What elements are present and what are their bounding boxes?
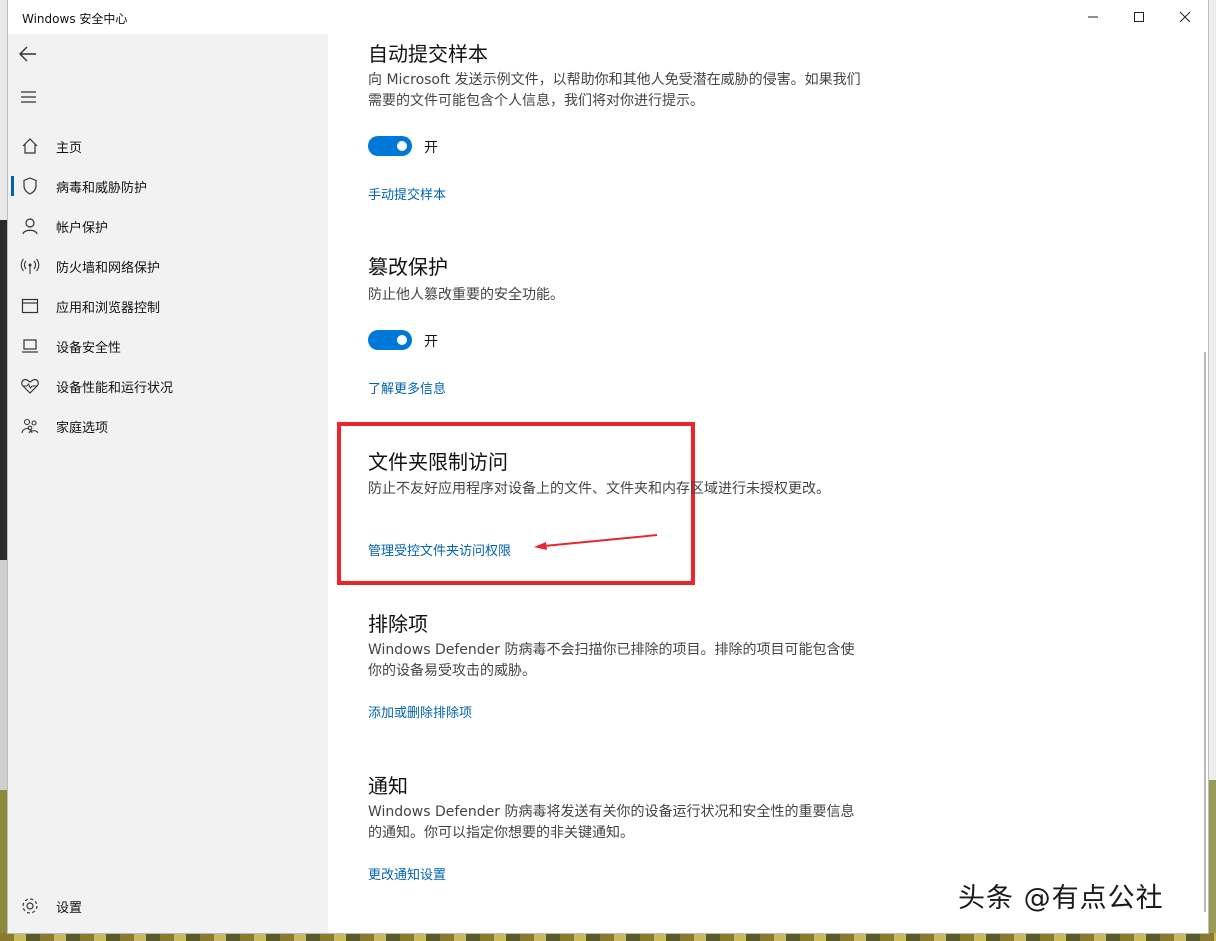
sidebar-item-device-security[interactable]: 设备安全性 bbox=[8, 326, 328, 366]
desktop-background-right bbox=[1208, 0, 1216, 941]
maximize-button[interactable] bbox=[1116, 0, 1162, 34]
auto-sample-toggle-label: 开 bbox=[424, 140, 438, 156]
heart-pulse-icon bbox=[21, 378, 39, 394]
family-icon bbox=[21, 418, 39, 434]
change-notification-settings-link[interactable]: 更改通知设置 bbox=[368, 864, 446, 883]
sidebar-item-label: 设备安全性 bbox=[56, 341, 122, 356]
desktop-background-bottom bbox=[0, 933, 1216, 941]
active-indicator bbox=[11, 176, 14, 196]
section-desc-exclusions: Windows Defender 防病毒不会扫描你已排除的项目。排除的项目可能包… bbox=[368, 642, 855, 679]
person-icon bbox=[22, 218, 38, 235]
sidebar-item-device-performance[interactable]: 设备性能和运行状况 bbox=[8, 366, 328, 406]
sidebar-item-app-browser-control[interactable]: 应用和浏览器控制 bbox=[8, 286, 328, 326]
minimize-button[interactable] bbox=[1070, 0, 1116, 34]
back-button[interactable] bbox=[16, 42, 40, 66]
gear-icon bbox=[22, 898, 38, 914]
sidebar-item-home[interactable]: 主页 bbox=[8, 126, 328, 166]
antenna-icon bbox=[20, 258, 40, 274]
home-icon bbox=[22, 138, 38, 154]
watermark: 头条 @有点公社 bbox=[958, 883, 1164, 914]
sidebar-item-account-protection[interactable]: 帐户保护 bbox=[8, 206, 328, 246]
sidebar-item-label: 防火墙和网络保护 bbox=[56, 261, 161, 276]
learn-more-link[interactable]: 了解更多信息 bbox=[368, 378, 446, 397]
sidebar-item-family-options[interactable]: 家庭选项 bbox=[8, 406, 328, 446]
sidebar-item-settings[interactable]: 设置 bbox=[8, 886, 328, 926]
sidebar-item-label: 设备性能和运行状况 bbox=[56, 381, 174, 396]
section-desc-auto-sample: 向 Microsoft 发送示例文件，以帮助你和其他人免受潜在威胁的侵害。如果我… bbox=[368, 72, 861, 109]
window-title: Windows 安全中心 bbox=[22, 12, 128, 26]
close-icon bbox=[1179, 11, 1191, 23]
add-remove-exclusions-link[interactable]: 添加或删除排除项 bbox=[368, 702, 472, 721]
section-desc-folder-access: 防止不友好应用程序对设备上的文件、文件夹和内存区域进行未授权更改。 bbox=[368, 481, 830, 497]
sidebar-item-label: 设置 bbox=[56, 901, 83, 916]
auto-sample-toggle[interactable] bbox=[368, 136, 412, 156]
title-bar: Windows 安全中心 bbox=[8, 0, 1208, 34]
hamburger-icon bbox=[21, 91, 36, 103]
maximize-icon bbox=[1134, 12, 1144, 22]
back-arrow-icon bbox=[19, 46, 36, 62]
hamburger-menu-button[interactable] bbox=[18, 86, 40, 108]
sidebar-item-label: 家庭选项 bbox=[56, 421, 109, 436]
sidebar: 主页 病毒和威胁防护 帐户保护 防火墙和网络保护 应用和浏览器控制 设备安全性 … bbox=[8, 34, 328, 933]
sidebar-item-label: 主页 bbox=[56, 141, 83, 156]
security-center-window: Windows 安全中心 主页 病毒和威胁防护 帐户保护 防火墙和网络保护 应用… bbox=[8, 0, 1208, 933]
tamper-protection-toggle[interactable] bbox=[368, 330, 412, 350]
section-title-tamper: 篡改保护 bbox=[368, 255, 448, 279]
desktop-background-left bbox=[0, 0, 8, 941]
browser-window-icon bbox=[21, 298, 39, 314]
manual-submit-sample-link[interactable]: 手动提交样本 bbox=[368, 184, 446, 203]
section-desc-notifications: Windows Defender 防病毒将发送有关你的设备运行状况和安全性的重要… bbox=[368, 804, 855, 841]
vertical-scrollbar[interactable] bbox=[1204, 352, 1206, 912]
shield-icon bbox=[23, 177, 37, 195]
sidebar-item-label: 应用和浏览器控制 bbox=[56, 301, 161, 316]
minimize-icon bbox=[1088, 16, 1098, 18]
section-title-auto-sample: 自动提交样本 bbox=[368, 42, 488, 66]
tamper-toggle-label: 开 bbox=[424, 334, 438, 350]
close-button[interactable] bbox=[1162, 0, 1208, 34]
section-title-folder-access: 文件夹限制访问 bbox=[368, 450, 508, 474]
laptop-icon bbox=[22, 339, 38, 353]
main-content: 自动提交样本 向 Microsoft 发送示例文件，以帮助你和其他人免受潜在威胁… bbox=[328, 34, 1208, 933]
section-title-exclusions: 排除项 bbox=[368, 612, 428, 636]
sidebar-item-firewall[interactable]: 防火墙和网络保护 bbox=[8, 246, 328, 286]
section-title-notifications: 通知 bbox=[368, 774, 408, 798]
sidebar-item-label: 帐户保护 bbox=[56, 221, 109, 236]
manage-folder-access-link[interactable]: 管理受控文件夹访问权限 bbox=[368, 540, 511, 559]
sidebar-item-label: 病毒和威胁防护 bbox=[56, 181, 148, 196]
section-desc-tamper: 防止他人篡改重要的安全功能。 bbox=[368, 287, 564, 303]
sidebar-item-virus-protection[interactable]: 病毒和威胁防护 bbox=[8, 166, 328, 206]
red-arrow-annotation bbox=[534, 534, 658, 550]
